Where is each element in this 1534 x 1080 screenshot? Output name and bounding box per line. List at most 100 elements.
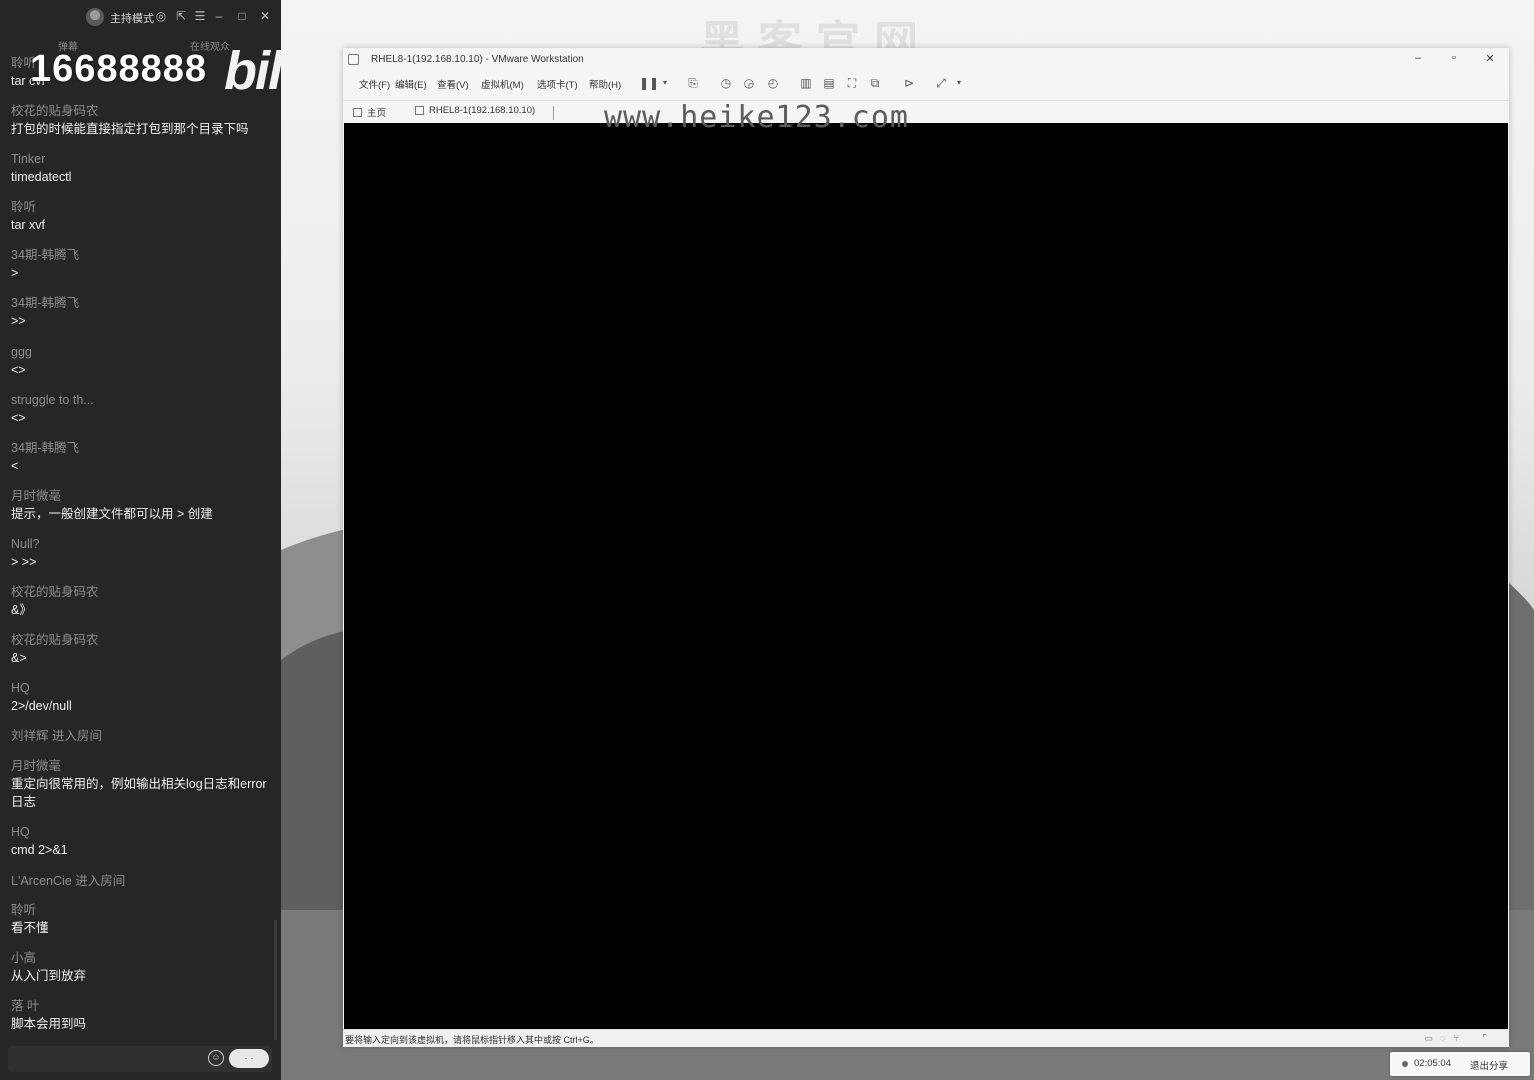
- vmware-app-icon: [348, 54, 359, 65]
- chat-message: 聆听 tar xvf: [11, 198, 273, 234]
- chat-text: 2>/dev/null: [11, 699, 72, 713]
- home-icon: [353, 107, 362, 117]
- network-icon[interactable]: ◌: [1437, 1033, 1448, 1043]
- send-button[interactable]: · ·: [229, 1049, 269, 1068]
- chat-message: HQ cmd 2>&1: [11, 823, 273, 859]
- chat-text: >>: [11, 314, 26, 328]
- chat-enter-notice: 刘祥辉 进入房间: [11, 727, 273, 745]
- tab-home[interactable]: 主页: [353, 105, 386, 119]
- chat-username: ggg: [11, 345, 32, 359]
- chat-text: 脚本会用到吗: [11, 1017, 87, 1031]
- chat-text: 从入门到放弃: [11, 969, 87, 983]
- host-mode-label[interactable]: 主持模式: [110, 10, 154, 26]
- disk-icon[interactable]: ▭: [1423, 1033, 1434, 1043]
- minimize-icon[interactable]: –: [212, 9, 226, 23]
- chat-username: 34期-韩腾飞: [11, 248, 80, 262]
- menu-tabs[interactable]: 选项卡(T): [537, 77, 578, 91]
- menu-vm[interactable]: 虚拟机(M): [481, 77, 524, 91]
- maximize-icon[interactable]: □: [235, 9, 249, 23]
- chat-text: timedatectl: [11, 170, 72, 184]
- chat-scrollbar[interactable]: [274, 920, 277, 1040]
- send-ctrl-alt-del-icon[interactable]: ⎘: [685, 75, 701, 91]
- chat-text: >: [11, 266, 19, 280]
- emoji-icon[interactable]: ☺: [208, 1050, 224, 1066]
- maximize-icon[interactable]: ▫: [1447, 52, 1461, 64]
- exit-share-button[interactable]: 退出分享: [1470, 1058, 1508, 1072]
- menu-edit[interactable]: 编辑(E): [395, 77, 427, 91]
- thumbnail-icon[interactable]: ▤: [821, 75, 837, 91]
- chat-username: 聆听: [11, 903, 37, 917]
- close-icon[interactable]: ✕: [1483, 52, 1497, 65]
- vmware-tabbar: 主页 RHEL8-1(192.168.10.10): [343, 100, 1509, 123]
- usb-icon[interactable]: ⑂: [1451, 1033, 1462, 1043]
- popout-icon[interactable]: ⇱: [174, 9, 188, 23]
- chat-message: 校花的贴身码农 &》: [11, 583, 273, 619]
- chat-text: <>: [11, 411, 26, 425]
- chat-text: <: [11, 459, 19, 473]
- pause-icon[interactable]: ❚❚: [639, 75, 659, 91]
- menu-file[interactable]: 文件(F): [359, 77, 390, 91]
- stretch-icon[interactable]: ⤢: [933, 75, 949, 91]
- chat-message: 34期-韩腾飞 >: [11, 246, 273, 282]
- chat-text: <>: [11, 363, 26, 377]
- menu-view[interactable]: 查看(V): [437, 77, 469, 91]
- menu-icon[interactable]: ☰: [193, 9, 207, 23]
- chat-text: 打包的时候能直接指定打包到那个目录下吗: [11, 122, 249, 136]
- chat-username: 刘祥辉 进入房间: [11, 729, 102, 743]
- vm-console-screen[interactable]: [344, 123, 1508, 1029]
- sidebar-toggle-icon[interactable]: ▥: [798, 75, 814, 91]
- chat-message: 落 叶脚本会用到吗: [11, 997, 273, 1033]
- chat-username: struggle to th...: [11, 393, 94, 407]
- host-avatar[interactable]: [86, 8, 104, 26]
- chat-username: L'ArcenCie 进入房间: [11, 874, 126, 888]
- chat-message: 34期-韩腾飞 <: [11, 439, 273, 475]
- watermark-site: www.heike123.com: [604, 100, 909, 135]
- vmware-titlebar: RHEL8-1(192.168.10.10) - VMware Workstat…: [343, 48, 1509, 72]
- chat-text: &>: [11, 651, 27, 665]
- unity-icon[interactable]: ⧉: [867, 75, 883, 91]
- tab-divider: [553, 106, 554, 120]
- chevron-down-icon[interactable]: ▾: [657, 75, 673, 91]
- chat-text: 重定向很常用的，例如输出相关log日志和error日志: [11, 777, 267, 809]
- chat-message: 34期-韩腾飞 >>: [11, 294, 273, 330]
- close-icon[interactable]: ✕: [258, 9, 272, 23]
- chat-message: struggle to th... <>: [11, 391, 273, 427]
- fullscreen-exit-icon[interactable]: ⌜: [1479, 1033, 1490, 1043]
- chat-text: > >>: [11, 555, 37, 569]
- chat-username: 聆听: [11, 200, 37, 214]
- tab-vm-label: RHEL8-1(192.168.10.10): [429, 105, 536, 116]
- chat-message: 月时微毫 提示，一般创建文件都可以用 > 创建: [11, 487, 273, 523]
- fullscreen-icon[interactable]: ⛶: [844, 75, 860, 91]
- vmware-statusbar: 要将输入定向到该虚拟机，请将鼠标指针移入其中或按 Ctrl+G。 ▭ ◌ ⑂ ⌜: [343, 1029, 1509, 1047]
- snapshot-icon[interactable]: ◷: [718, 75, 734, 91]
- recording-dot-icon: [1402, 1061, 1408, 1067]
- chat-text: 提示，一般创建文件都可以用 > 创建: [11, 507, 213, 521]
- chat-enter-notice: L'ArcenCie 进入房间: [11, 872, 273, 890]
- vm-icon: [415, 106, 424, 115]
- chat-message: 小高 从入门到放弃: [11, 949, 273, 985]
- chat-message: 聆听 看不懂: [11, 901, 273, 937]
- chat-username: Tinker: [11, 152, 46, 166]
- chat-text: &》: [11, 603, 32, 617]
- settings-icon[interactable]: ◎: [154, 9, 168, 23]
- chat-username: 校花的贴身码农: [11, 104, 99, 118]
- chat-username: Null?: [11, 537, 40, 551]
- tab-vm[interactable]: RHEL8-1(192.168.10.10): [415, 105, 535, 116]
- console-icon[interactable]: ⊳: [901, 75, 917, 91]
- chevron-down-icon[interactable]: ▾: [951, 75, 967, 91]
- chat-message: ggg <>: [11, 343, 273, 379]
- menu-help[interactable]: 帮助(H): [589, 77, 621, 91]
- live-chat-panel: 主持模式 ◎ ⇱ ☰ – □ ✕ 弹幕 在线观众 聆听 tar cvf 校花的贴身…: [0, 0, 281, 1080]
- revert-snapshot-icon[interactable]: ◶: [741, 75, 757, 91]
- chat-username: 月时微毫: [11, 759, 62, 773]
- chat-message: HQ 2>/dev/null: [11, 679, 273, 715]
- status-hint: 要将输入定向到该虚拟机，请将鼠标指针移入其中或按 Ctrl+G。: [345, 1035, 599, 1045]
- vmware-window: RHEL8-1(192.168.10.10) - VMware Workstat…: [343, 48, 1509, 1047]
- chat-username: 落 叶: [11, 999, 40, 1013]
- minimize-icon[interactable]: –: [1411, 52, 1425, 64]
- chat-text: tar xvf: [11, 218, 46, 232]
- screen-share-bar: 02:05:04 退出分享: [1390, 1052, 1530, 1076]
- snapshot-manager-icon[interactable]: ◴: [765, 75, 781, 91]
- chat-text: cmd 2>&1: [11, 843, 68, 857]
- bilibili-logo: bili: [224, 41, 281, 101]
